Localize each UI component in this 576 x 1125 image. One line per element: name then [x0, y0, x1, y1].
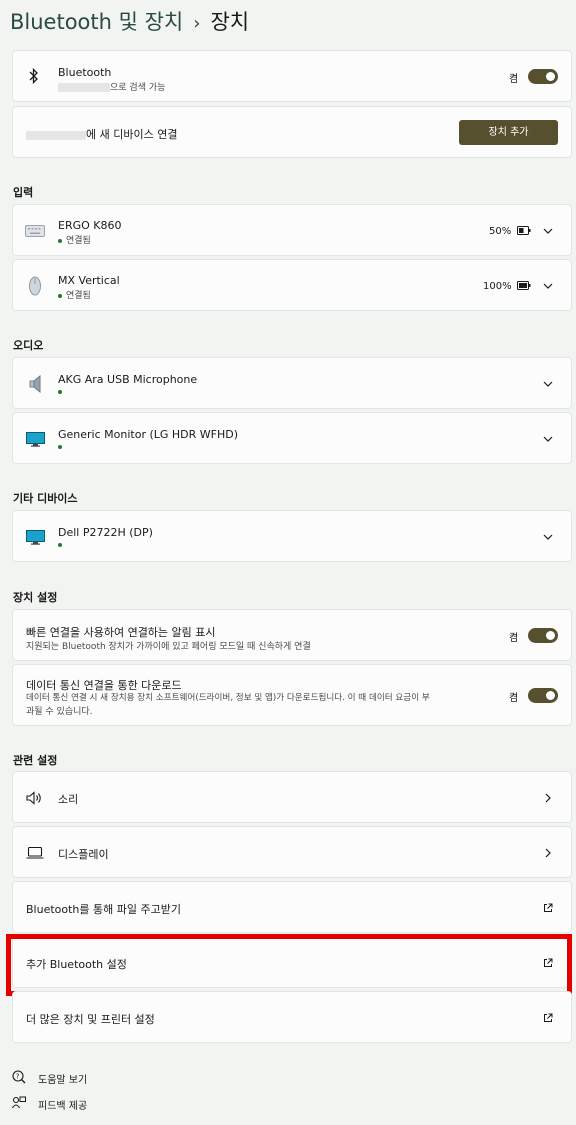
breadcrumb-separator: ›	[193, 13, 201, 34]
device-name: ERGO K860	[58, 219, 122, 232]
volume-icon	[26, 791, 41, 805]
device-status-text: 연결됨	[66, 291, 91, 301]
swift-pair-toggle-label: 켬	[509, 633, 519, 644]
external-link-icon	[544, 1013, 553, 1022]
metered-download-card: 데이터 통신 연결을 통한 다운로드 데이터 통신 연결 시 새 장치용 장치 …	[12, 664, 572, 726]
section-title-related-settings: 관련 설정	[13, 754, 58, 767]
related-more-devices-printers[interactable]: 더 많은 장치 및 프린터 설정	[12, 991, 572, 1043]
connected-dot	[58, 444, 62, 449]
swift-pair-card: 빠른 연결을 사용하여 연결하는 알림 표시 지원되는 Bluetooth 장치…	[12, 609, 572, 661]
redacted-device-name	[58, 83, 110, 92]
connected-dot	[58, 389, 62, 394]
help-link[interactable]: 도움말 보기	[38, 1071, 87, 1086]
related-file-transfer-label: Bluetooth를 통해 파일 주고받기	[26, 903, 181, 916]
device-card-generic-monitor[interactable]: Generic Monitor (LG HDR WFHD)	[12, 412, 572, 464]
add-device-button[interactable]: 장치 추가	[459, 120, 558, 145]
speaker-icon	[29, 375, 41, 393]
battery-full-icon	[517, 281, 531, 290]
bluetooth-card: Bluetooth 으로 검색 가능 켬	[12, 50, 572, 102]
chevron-right-icon	[545, 848, 551, 858]
chevron-right-icon	[545, 793, 551, 803]
device-name: MX Vertical	[58, 274, 120, 287]
keyboard-icon	[25, 225, 45, 237]
device-status: 연결됨	[58, 233, 91, 246]
related-display[interactable]: 디스플레이	[12, 826, 572, 878]
device-status-text: 연결됨	[66, 236, 91, 246]
connected-dot	[58, 238, 62, 243]
metered-description-line1: 데이터 통신 연결 시 새 장치용 장치 소프트웨어(드라이버, 정보 및 앱)…	[26, 693, 430, 703]
chevron-down-icon[interactable]	[543, 532, 553, 542]
redacted-pc-name	[26, 130, 86, 140]
swift-pair-title: 빠른 연결을 사용하여 연결하는 알림 표시	[26, 626, 216, 639]
device-name: Generic Monitor (LG HDR WFHD)	[58, 428, 239, 441]
svg-text:?: ?	[16, 1073, 20, 1081]
bluetooth-icon	[29, 68, 38, 84]
highlight-box	[6, 934, 572, 996]
bluetooth-toggle[interactable]	[528, 69, 558, 84]
battery-percent: 50%	[489, 226, 512, 237]
device-name: Dell P2722H (DP)	[58, 526, 153, 539]
battery-percent: 100%	[483, 281, 512, 292]
connected-dot	[58, 293, 62, 298]
related-display-label: 디스플레이	[58, 848, 109, 861]
section-title-device-settings: 장치 설정	[13, 591, 58, 604]
related-sound[interactable]: 소리	[12, 771, 572, 823]
related-sound-label: 소리	[58, 793, 79, 806]
add-device-label: 에 새 디바이스 연결	[26, 126, 177, 142]
display-icon	[26, 847, 44, 859]
bluetooth-title: Bluetooth	[58, 66, 112, 79]
add-device-label-text: 에 새 디바이스 연결	[86, 128, 178, 141]
bluetooth-subtitle-text: 으로 검색 가능	[110, 83, 166, 93]
device-status	[58, 540, 66, 550]
device-status	[58, 442, 66, 452]
battery-half-icon	[517, 226, 531, 235]
device-card-dell-p2722h[interactable]: Dell P2722H (DP)	[12, 510, 572, 562]
bluetooth-toggle-label: 켬	[509, 74, 519, 85]
bluetooth-subtitle: 으로 검색 가능	[58, 80, 165, 93]
chevron-down-icon[interactable]	[543, 281, 553, 291]
mouse-icon	[29, 276, 41, 296]
monitor-icon	[26, 530, 45, 545]
feedback-link[interactable]: 피드백 제공	[38, 1097, 87, 1112]
device-card-akg-microphone[interactable]: AKG Ara USB Microphone	[12, 357, 572, 409]
external-link-icon	[544, 903, 553, 912]
chevron-down-icon[interactable]	[543, 379, 553, 389]
swift-pair-description: 지원되는 Bluetooth 장치가 가까이에 있고 페어링 모드일 때 신속하…	[26, 642, 311, 652]
metered-description-line2: 과될 수 있습니다.	[26, 707, 93, 717]
chevron-down-icon[interactable]	[543, 226, 553, 236]
chevron-down-icon[interactable]	[543, 434, 553, 444]
device-card-mx-vertical[interactable]: MX Vertical 연결됨 100%	[12, 259, 572, 311]
monitor-icon	[26, 432, 45, 447]
swift-pair-toggle[interactable]	[528, 628, 558, 643]
help-icon: ?	[12, 1070, 26, 1084]
section-title-input: 입력	[13, 186, 34, 199]
related-devices-printers-label: 더 많은 장치 및 프린터 설정	[26, 1013, 155, 1026]
breadcrumb-bluetooth-devices[interactable]: Bluetooth 및 장치	[10, 10, 183, 34]
feedback-icon	[12, 1096, 26, 1109]
related-bluetooth-file-transfer[interactable]: Bluetooth를 통해 파일 주고받기	[12, 881, 572, 933]
section-title-other-devices: 기타 디바이스	[13, 492, 78, 505]
metered-toggle-label: 켬	[509, 693, 519, 704]
metered-toggle[interactable]	[528, 688, 558, 703]
device-status	[58, 387, 66, 397]
add-device-card: 에 새 디바이스 연결 장치 추가	[12, 106, 572, 158]
device-status: 연결됨	[58, 288, 91, 301]
page-title: Bluetooth 및 장치 › 장치	[10, 8, 249, 38]
section-title-audio: 오디오	[13, 339, 44, 352]
device-card-ergo-k860[interactable]: ERGO K860 연결됨 50%	[12, 204, 572, 256]
breadcrumb-current: 장치	[210, 10, 250, 34]
device-name: AKG Ara USB Microphone	[58, 373, 198, 386]
connected-dot	[58, 542, 62, 547]
